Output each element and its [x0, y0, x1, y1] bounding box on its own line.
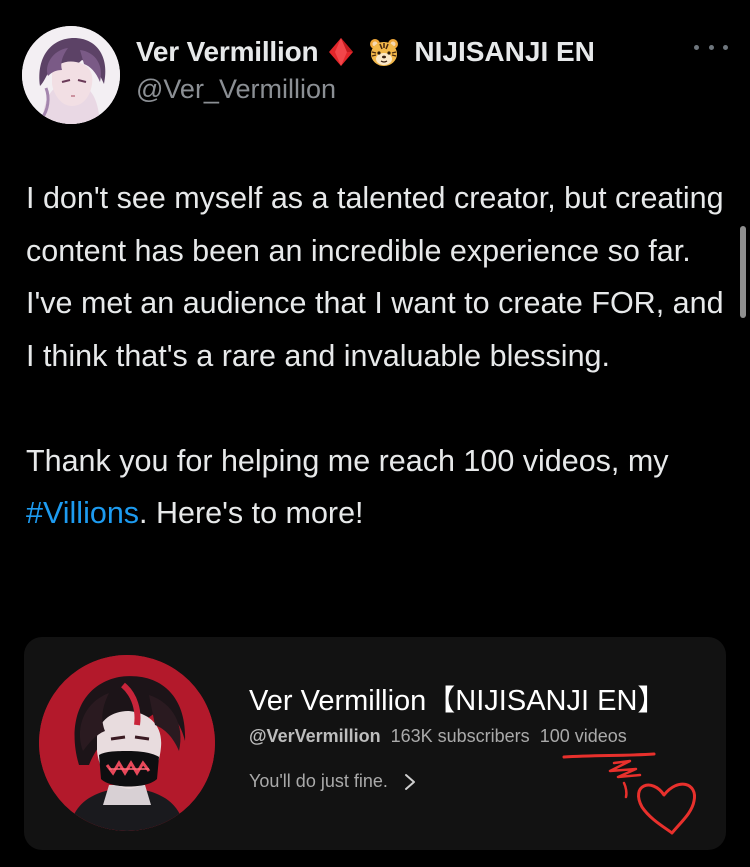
author-avatar[interactable]	[22, 26, 120, 124]
tweet-text: I don't see myself as a talented creator…	[26, 181, 724, 478]
author-handle[interactable]: @Ver_Vermillion	[136, 74, 336, 105]
anime-avatar-icon	[22, 26, 120, 124]
author-display-name[interactable]: Ver Vermillion	[136, 36, 319, 68]
channel-avatar[interactable]	[39, 655, 215, 831]
tick-stroke	[622, 781, 628, 799]
chevron-right-icon[interactable]	[404, 773, 416, 791]
masked-character-avatar-icon	[39, 655, 215, 831]
tweet-header: Ver Vermillion NIJISANJI EN @Ver_Vermill…	[22, 26, 728, 126]
channel-description-text: You'll do just fine.	[249, 771, 388, 791]
author-org-name[interactable]: NIJISANJI EN	[414, 36, 595, 68]
tweet-text-end: . Here's to more!	[139, 496, 364, 530]
youtube-channel-card[interactable]: Ver Vermillion【NIJISANJI EN】 @VerVermill…	[24, 637, 726, 850]
channel-description[interactable]: You'll do just fine.	[249, 771, 416, 792]
underline-stroke	[562, 752, 656, 759]
scrollbar[interactable]	[740, 226, 746, 318]
subscriber-count: 163K subscribers	[390, 726, 530, 746]
channel-title[interactable]: Ver Vermillion【NIJISANJI EN】	[249, 677, 666, 719]
video-count: 100 videos	[539, 726, 627, 746]
channel-meta: @VerVermillion 163K subscribers 100 videos	[249, 726, 627, 747]
red-diamond-icon	[329, 38, 354, 66]
scribble-stroke	[608, 759, 642, 779]
more-options-icon[interactable]	[694, 40, 728, 54]
channel-handle[interactable]: @VerVermillion	[249, 726, 381, 746]
heart-drawing	[637, 782, 696, 835]
tweet-body: I don't see myself as a talented creator…	[26, 172, 732, 540]
tiger-face-icon	[370, 39, 399, 66]
author-name-row[interactable]: Ver Vermillion NIJISANJI EN	[136, 32, 595, 72]
hashtag-link[interactable]: #Villions	[26, 496, 139, 530]
